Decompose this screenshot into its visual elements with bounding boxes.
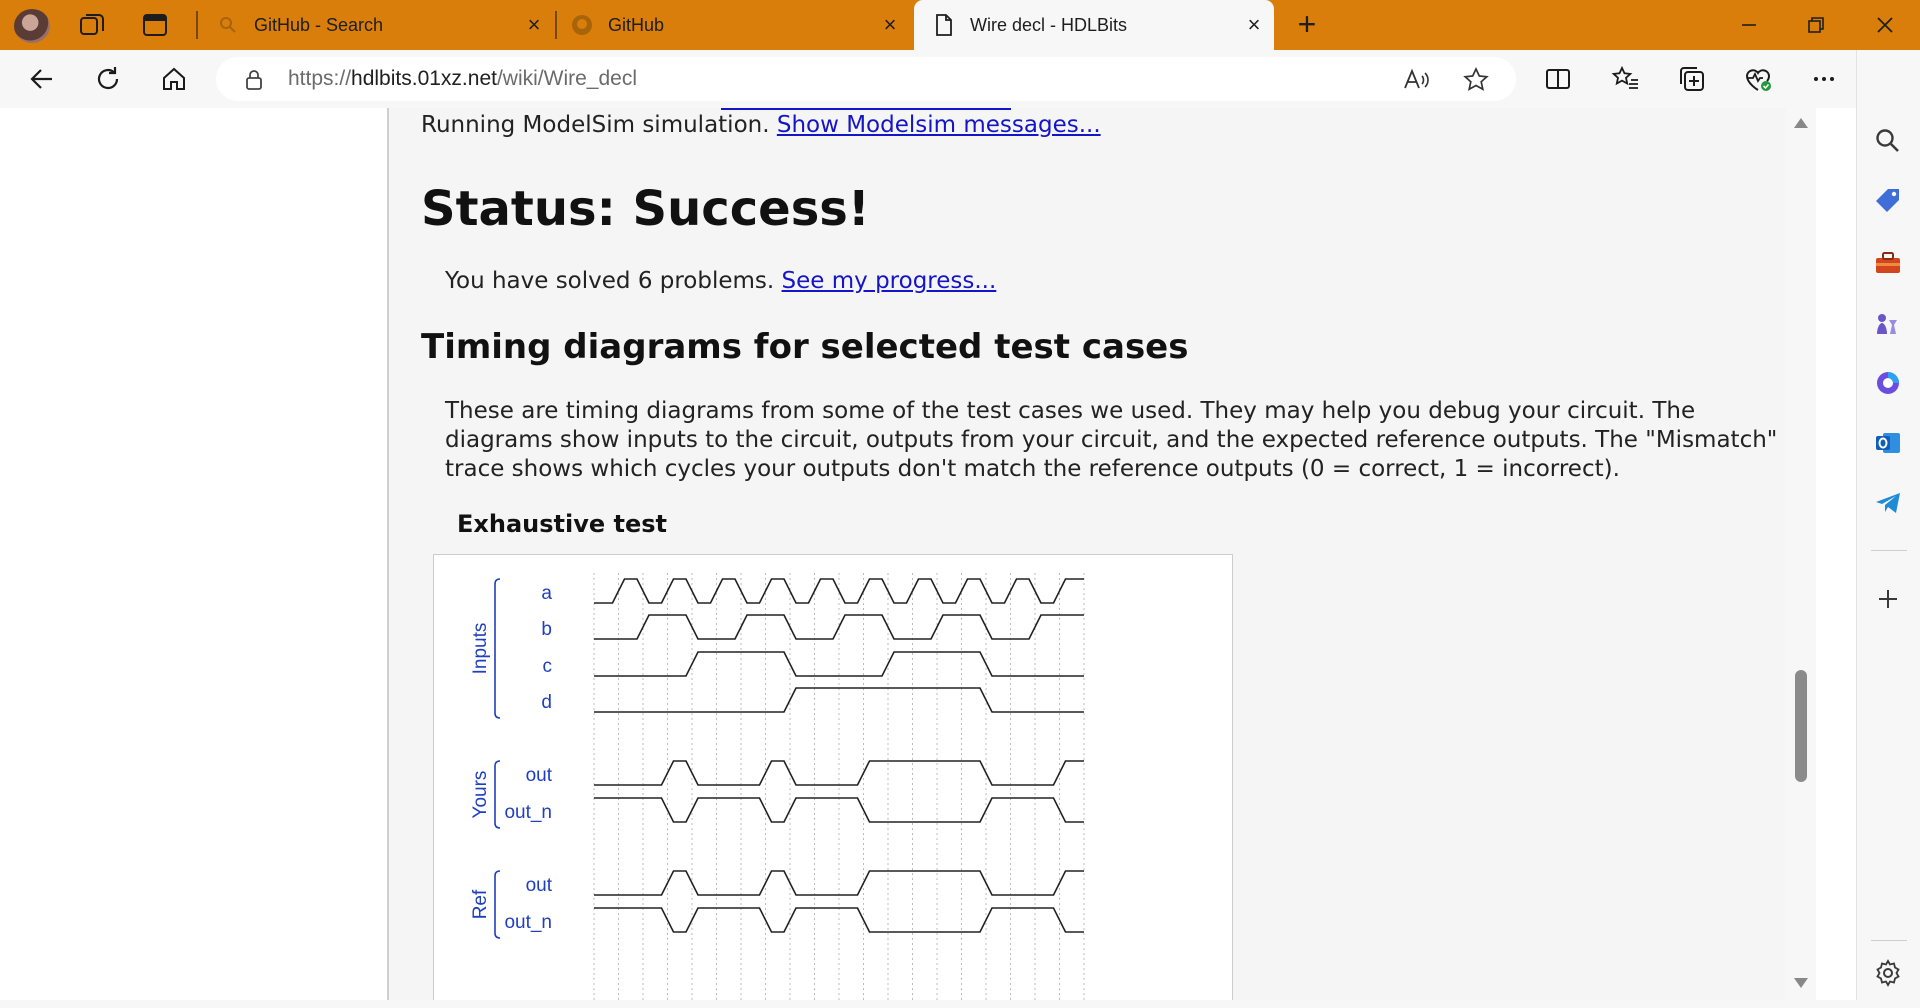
tab-separator <box>196 11 198 39</box>
exhaustive-test-heading: Exhaustive test <box>457 510 668 538</box>
browser-essentials-icon[interactable] <box>1742 63 1774 95</box>
simulation-text: Running ModelSim simulation. <box>421 112 770 138</box>
page-scrollbar[interactable] <box>1786 108 1816 1000</box>
timing-diagrams-heading: Timing diagrams for selected test cases <box>421 327 1189 367</box>
progress-text: You have solved 6 problems. <box>445 268 775 294</box>
new-tab-button[interactable]: + <box>1292 8 1322 40</box>
refresh-icon[interactable] <box>92 63 124 95</box>
profile-avatar[interactable] <box>14 9 50 43</box>
sidebar-divider <box>1871 940 1907 941</box>
close-tab-icon[interactable]: × <box>522 13 546 37</box>
web-page: Running ModelSim simulation. Show Models… <box>7 108 1786 1000</box>
sidebar-divider <box>1871 550 1907 551</box>
signal-label: out_n <box>504 912 552 933</box>
title-bar: GitHub - Search × GitHub × Wire decl - H… <box>0 0 1920 50</box>
group-bracket <box>494 578 501 719</box>
close-tab-icon[interactable]: × <box>1242 13 1266 37</box>
address-bar[interactable]: https://hdlbits.01xz.net/wiki/Wire_decl <box>216 57 1516 101</box>
timing-diagram-svg: abcdoutout_noutout_nInputsYoursRef <box>470 573 1085 1000</box>
back-icon[interactable] <box>26 63 58 95</box>
signal-label: d <box>541 692 552 713</box>
page-icon <box>932 13 956 37</box>
clipped-link-underline <box>721 108 1011 110</box>
url-text[interactable]: https://hdlbits.01xz.net/wiki/Wire_decl <box>288 67 637 91</box>
tab-github-search[interactable]: GitHub - Search × <box>206 0 554 50</box>
scroll-up-arrow-icon[interactable] <box>1794 118 1808 128</box>
add-icon[interactable] <box>1873 584 1903 614</box>
timing-diagram: a b c d out out_n out out_n Inputs Yours Ref <box>433 554 1233 1000</box>
signal-label: out <box>526 765 553 786</box>
copilot-app-icon[interactable] <box>1873 368 1903 398</box>
timing-description: These are timing diagrams from some of t… <box>445 398 1778 482</box>
restore-icon[interactable] <box>1801 10 1831 40</box>
favorite-star-icon[interactable] <box>1462 66 1490 94</box>
github-icon <box>570 13 594 37</box>
progress-line: You have solved 6 problems. See my progr… <box>445 268 996 294</box>
search-icon <box>216 13 240 37</box>
close-tab-icon[interactable]: × <box>878 13 902 37</box>
group-label: Yours <box>470 771 491 819</box>
close-window-icon[interactable] <box>1870 10 1900 40</box>
favorites-icon[interactable] <box>1610 63 1642 95</box>
edge-sidebar <box>1856 50 1920 1008</box>
signal-label: out <box>526 875 553 896</box>
workspaces-icon[interactable] <box>78 12 106 38</box>
tab-title: GitHub - Search <box>254 14 384 35</box>
split-screen-icon[interactable] <box>1542 63 1574 95</box>
page-content: Running ModelSim simulation. Show Models… <box>391 108 1786 1000</box>
telegram-icon[interactable] <box>1873 488 1903 518</box>
home-icon[interactable] <box>158 63 190 95</box>
navigation-bar: https://hdlbits.01xz.net/wiki/Wire_decl <box>0 50 1920 108</box>
status-heading: Status: Success! <box>421 181 870 237</box>
signal-label: a <box>541 583 552 604</box>
lock-icon[interactable] <box>244 69 264 91</box>
signal-label: b <box>541 619 552 640</box>
tab-github[interactable]: GitHub × <box>560 0 910 50</box>
tag-icon[interactable] <box>1873 186 1903 216</box>
toolbox-icon[interactable] <box>1873 248 1903 278</box>
group-bracket <box>494 760 501 829</box>
search-icon[interactable] <box>1873 126 1903 156</box>
tab-title: GitHub <box>608 14 665 35</box>
minimize-icon[interactable] <box>1734 10 1764 40</box>
scroll-down-arrow-icon[interactable] <box>1794 978 1808 988</box>
tab-title: Wire decl - HDLBits <box>970 14 1128 35</box>
tab-actions-icon[interactable] <box>141 12 169 38</box>
group-label: Inputs <box>470 623 491 675</box>
settings-icon[interactable] <box>1873 958 1903 988</box>
more-options-icon[interactable] <box>1808 63 1840 95</box>
chess-icon[interactable] <box>1873 308 1903 338</box>
show-modelsim-messages-link[interactable]: Show Modelsim messages... <box>777 112 1101 138</box>
signal-label: out_n <box>504 802 552 823</box>
tab-wire-decl[interactable]: Wire decl - HDLBits × <box>914 0 1274 50</box>
tab-separator <box>555 11 557 39</box>
read-aloud-icon[interactable] <box>1402 66 1430 94</box>
outlook-icon[interactable] <box>1873 428 1903 458</box>
signal-label: c <box>543 656 553 677</box>
group-bracket <box>494 870 501 939</box>
window-bottom-edge <box>0 1000 1920 1008</box>
group-label: Ref <box>470 889 491 919</box>
see-my-progress-link[interactable]: See my progress... <box>782 268 997 294</box>
page-left-column <box>7 108 389 1000</box>
collections-icon[interactable] <box>1676 63 1708 95</box>
scroll-thumb[interactable] <box>1795 670 1807 782</box>
simulation-line: Running ModelSim simulation. Show Models… <box>421 112 1101 138</box>
